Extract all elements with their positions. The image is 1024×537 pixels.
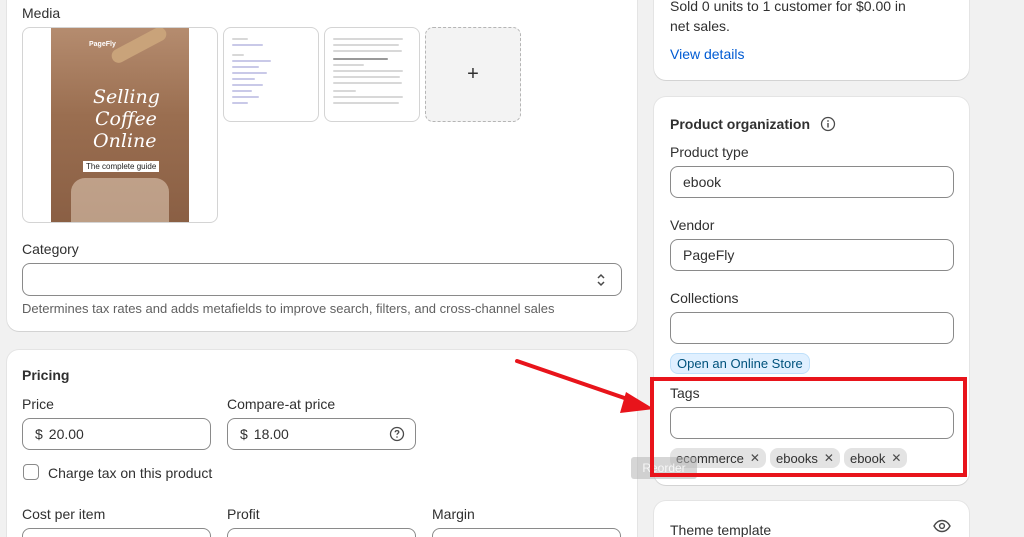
cover-cup — [71, 178, 169, 222]
plus-icon: + — [467, 63, 479, 85]
vendor-value: PageFly — [683, 247, 735, 263]
price-input[interactable]: $ 20.00 — [22, 418, 211, 450]
compare-currency: $ — [240, 426, 248, 442]
vendor-label: Vendor — [670, 217, 715, 233]
sales-summary-card: Sold 0 units to 1 customer for $0.00 in … — [654, 0, 969, 80]
info-icon[interactable] — [820, 116, 836, 137]
pricing-card: Pricing Price $ 20.00 Compare-at price $… — [7, 350, 637, 537]
collections-label: Collections — [670, 290, 739, 306]
price-label: Price — [22, 396, 54, 412]
remove-tag-icon[interactable]: ✕ — [750, 451, 760, 465]
product-organization-heading: Product organization — [670, 116, 810, 132]
pricing-heading: Pricing — [22, 367, 70, 383]
media-thumbnail-doc-1[interactable] — [223, 27, 319, 122]
media-thumbnail-cover[interactable]: PageFly Selling Coffee Online The comple… — [22, 27, 218, 223]
help-circle-icon[interactable] — [389, 426, 405, 445]
compare-at-price-label: Compare-at price — [227, 396, 336, 412]
vendor-input[interactable]: PageFly — [670, 239, 954, 271]
cost-per-item-label: Cost per item — [22, 506, 106, 522]
product-type-value: ebook — [683, 174, 722, 190]
tag-chip: ebook ✕ — [843, 448, 908, 468]
profit-label: Profit — [227, 506, 260, 522]
eye-icon[interactable] — [933, 519, 951, 537]
tag-label: ebook — [849, 450, 886, 466]
drag-ghost-text: Reorder — [642, 461, 686, 475]
margin-label: Margin — [432, 506, 475, 522]
tag-label: ebooks — [775, 450, 818, 466]
tag-list: ecommerce ✕ ebooks ✕ ebook ✕ — [670, 448, 911, 468]
view-details-link[interactable]: View details — [670, 46, 744, 62]
sales-summary-line-2: net sales. — [670, 18, 730, 34]
remove-tag-icon[interactable]: ✕ — [891, 451, 901, 465]
collections-input[interactable] — [670, 312, 954, 344]
category-select[interactable] — [22, 263, 622, 296]
charge-tax-label: Charge tax on this product — [48, 465, 213, 481]
compare-at-price-input[interactable]: $ 18.00 — [227, 418, 416, 450]
product-type-input[interactable]: ebook — [670, 166, 954, 198]
charge-tax-checkbox[interactable] — [23, 464, 39, 480]
media-card: Media PageFly Selling Coffee Online The … — [7, 0, 637, 331]
category-label: Category — [22, 241, 79, 257]
sales-summary-line-1: Sold 0 units to 1 customer for $0.00 in — [670, 0, 906, 14]
tags-label: Tags — [670, 385, 700, 401]
price-currency: $ — [35, 426, 43, 442]
theme-template-card: Theme template — [654, 501, 969, 537]
remove-tag-icon[interactable]: ✕ — [824, 451, 834, 465]
cost-per-item-input[interactable] — [22, 528, 211, 537]
product-type-label: Product type — [670, 144, 749, 160]
cover-title-3: Online — [93, 130, 157, 152]
add-media-button[interactable]: + — [425, 27, 521, 122]
drag-ghost-tooltip: Reorder — [631, 457, 697, 479]
collection-chip[interactable]: Open an Online Store — [670, 353, 810, 374]
media-label: Media — [22, 5, 61, 21]
margin-input — [432, 528, 621, 537]
cover-subtitle: The complete guide — [83, 161, 160, 172]
tags-input[interactable] — [670, 407, 954, 439]
pagefly-logo: PageFly — [89, 41, 116, 48]
cover-image: PageFly Selling Coffee Online The comple… — [51, 28, 189, 222]
tag-chip: ebooks ✕ — [769, 448, 840, 468]
profit-input — [227, 528, 416, 537]
cover-title-2: Coffee — [95, 108, 157, 130]
price-value: 20.00 — [48, 426, 84, 442]
media-thumbnail-doc-2[interactable] — [324, 27, 420, 122]
category-help-text: Determines tax rates and adds metafields… — [22, 301, 555, 316]
theme-template-label: Theme template — [670, 522, 772, 537]
product-organization-card: Product organization Product type ebook … — [654, 97, 969, 485]
cover-title-1: Selling — [93, 86, 160, 108]
select-chevron-icon — [595, 272, 607, 291]
spoon-shape — [109, 28, 169, 66]
compare-value: 18.00 — [253, 426, 289, 442]
